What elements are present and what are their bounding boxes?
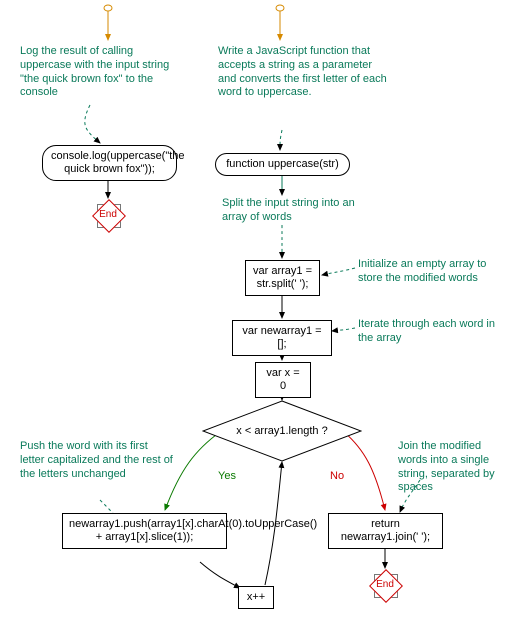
flowchart-canvas: Log the result of calling uppercase with… bbox=[0, 0, 517, 638]
node-incr-stmt: x++ bbox=[238, 586, 274, 609]
annotation-push: Push the word with its first letter capi… bbox=[20, 440, 175, 481]
end-label: End bbox=[93, 209, 123, 220]
node-decision: x < array1.length ? bbox=[202, 400, 362, 462]
end-node-left: End bbox=[93, 200, 123, 230]
end-node-right: End bbox=[370, 570, 400, 600]
annotation-write-function: Write a JavaScript function that accepts… bbox=[218, 45, 388, 100]
annotation-init-array: Initialize an empty array to store the m… bbox=[358, 258, 508, 286]
annotation-join: Join the modified words into a single st… bbox=[398, 440, 513, 495]
node-varx-stmt: var x = 0 bbox=[255, 362, 311, 398]
node-push-stmt: newarray1.push(array1[x].charAt(0).toUpp… bbox=[62, 513, 227, 549]
annotation-split: Split the input string into an array of … bbox=[222, 197, 362, 225]
node-newarray-stmt: var newarray1 = []; bbox=[232, 320, 332, 356]
edge-no: No bbox=[330, 470, 344, 482]
node-split-stmt: var array1 = str.split(' '); bbox=[245, 260, 320, 296]
node-return-stmt: return newarray1.join(' '); bbox=[328, 513, 443, 549]
annotation-iterate: Iterate through each word in the array bbox=[358, 318, 508, 346]
end-label: End bbox=[370, 579, 400, 590]
annotation-log-result: Log the result of calling uppercase with… bbox=[20, 45, 185, 100]
node-function-decl: function uppercase(str) bbox=[215, 153, 350, 176]
node-console-log: console.log(uppercase("the quick brown f… bbox=[42, 145, 177, 181]
edge-yes: Yes bbox=[218, 470, 236, 482]
decision-text: x < array1.length ? bbox=[202, 425, 362, 437]
